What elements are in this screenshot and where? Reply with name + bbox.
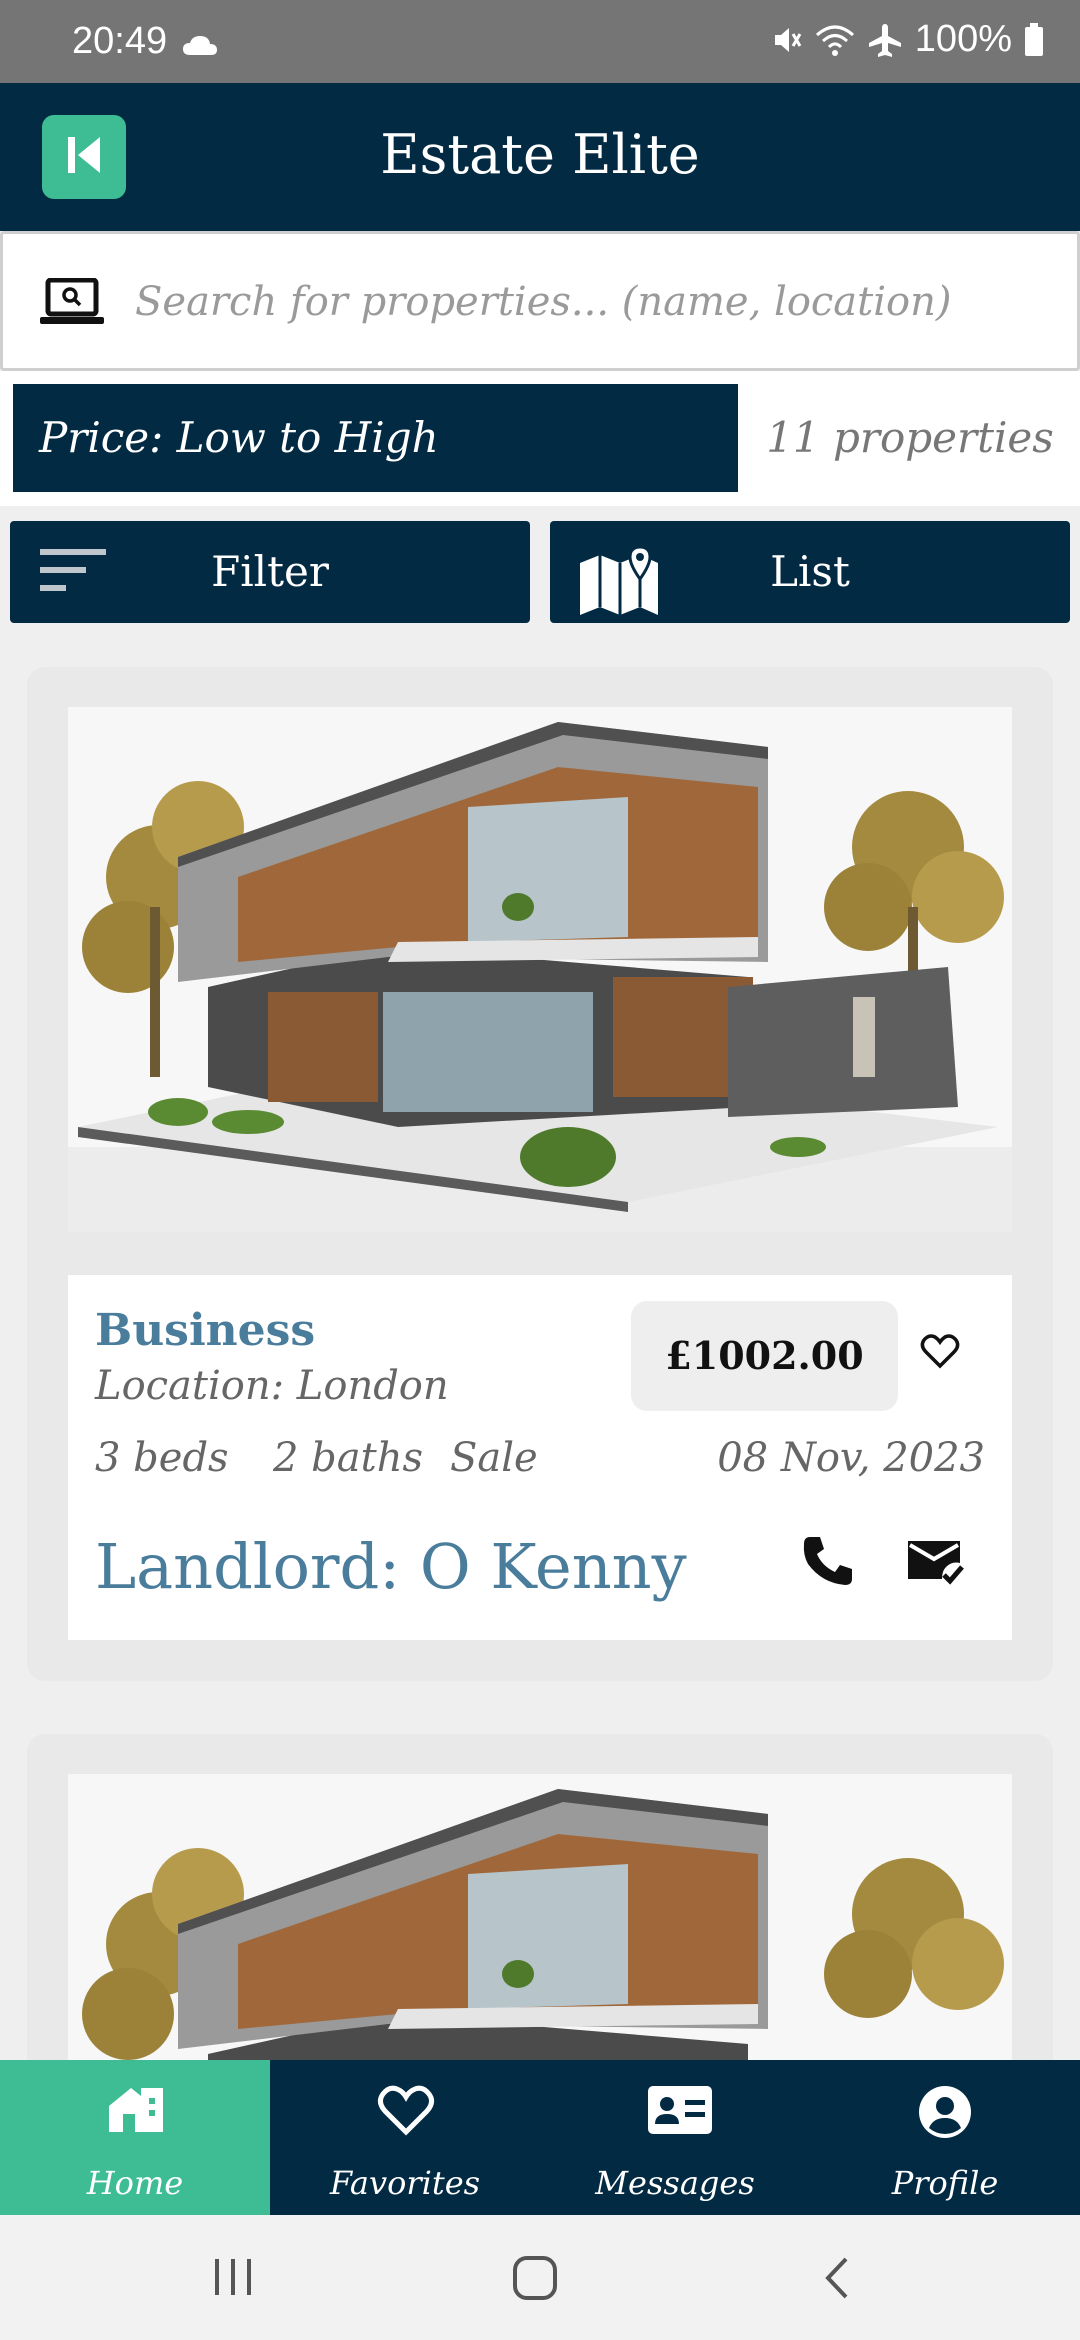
listing-date: 08 Nov, 2023 — [717, 1435, 985, 1481]
laptop-search-icon — [39, 277, 105, 330]
property-details: Business Location: London £1002.00 3 bed… — [68, 1275, 1012, 1640]
price-badge: £1002.00 — [631, 1301, 898, 1411]
battery-percent: 100% — [914, 18, 1012, 60]
status-icons: 100% — [769, 18, 1044, 61]
back-chevron-icon[interactable] — [822, 2255, 852, 2305]
mail-check-icon[interactable] — [906, 1537, 964, 1593]
nav-messages-label: Messages — [595, 2164, 755, 2202]
system-nav-bar — [0, 2215, 1080, 2340]
property-image[interactable] — [68, 707, 1012, 1232]
landlord-name: Landlord: O Kenny — [95, 1530, 687, 1603]
nav-profile[interactable]: Profile — [810, 2060, 1080, 2215]
result-count: 11 properties — [766, 413, 1054, 462]
baths-count: 2 baths — [273, 1435, 423, 1481]
listing-kind: Sale — [450, 1435, 538, 1481]
property-card[interactable]: Business Location: London £1002.00 3 bed… — [27, 667, 1053, 1681]
sort-row: Price: Low to High 11 properties — [0, 371, 1080, 506]
recents-icon[interactable] — [213, 2255, 253, 2303]
contact-card-icon — [647, 2084, 713, 2144]
wifi-icon — [815, 23, 855, 57]
mute-icon — [769, 23, 803, 57]
nav-home-label: Home — [86, 2164, 184, 2202]
nav-messages[interactable]: Messages — [540, 2060, 810, 2215]
beds-count: 3 beds — [95, 1435, 229, 1481]
status-time: 20:49 — [72, 20, 168, 62]
nav-profile-label: Profile — [891, 2164, 999, 2202]
search-bar — [0, 231, 1080, 371]
cloud-icon — [182, 24, 218, 67]
filter-label: Filter — [211, 547, 329, 596]
filter-button[interactable]: Filter — [10, 521, 530, 623]
nav-favorites[interactable]: Favorites — [270, 2060, 540, 2215]
search-input[interactable] — [135, 270, 1035, 334]
battery-icon — [1024, 22, 1044, 57]
bottom-nav: Home Favorites Messages Profile — [0, 2060, 1080, 2215]
nav-favorites-label: Favorites — [329, 2164, 481, 2202]
toolbar: Filter List — [0, 506, 1080, 631]
nav-home[interactable]: Home — [0, 2060, 270, 2215]
property-location: Location: London — [95, 1363, 449, 1409]
status-bar: 20:49 100% — [0, 0, 1080, 83]
home-icon — [107, 2084, 165, 2142]
heart-icon[interactable] — [920, 1333, 960, 1373]
list-label: List — [770, 547, 850, 596]
sort-dropdown[interactable]: Price: Low to High — [13, 384, 738, 492]
home-circle-icon[interactable] — [512, 2255, 558, 2305]
app-header: Estate Elite — [0, 83, 1080, 231]
page-title: Estate Elite — [380, 123, 700, 186]
phone-icon[interactable] — [800, 1533, 856, 1593]
airplane-icon — [867, 22, 903, 58]
heart-icon — [377, 2084, 435, 2144]
profile-icon — [917, 2084, 973, 2148]
property-type: Business — [95, 1305, 316, 1356]
list-view-button[interactable]: List — [550, 521, 1070, 623]
